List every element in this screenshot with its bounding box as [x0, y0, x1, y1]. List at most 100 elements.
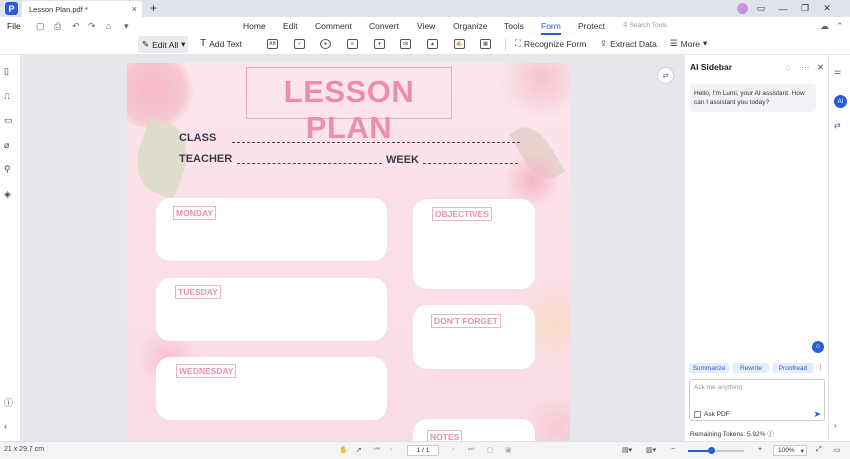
tab-home[interactable]: Home [243, 21, 266, 31]
edit-all-button[interactable]: ✎ Edit All ▾ [138, 36, 188, 53]
remaining-tokens: Remaining Tokens: 5.92% ⓘ [690, 428, 774, 438]
help-icon[interactable]: ⓘ [767, 431, 774, 438]
more-button[interactable]: ☰ More ▾ [670, 38, 707, 49]
tuesday-label: TUESDAY [175, 285, 221, 299]
prev-page-icon[interactable]: ‹ [390, 446, 392, 453]
next-page-icon[interactable]: › [452, 446, 454, 453]
checkbox-icon[interactable]: ✓ [294, 39, 305, 49]
proofread-button[interactable]: Proofread [773, 363, 813, 373]
more-options-icon[interactable]: ··· [801, 62, 810, 72]
attachment-icon[interactable]: ⌀ [4, 140, 9, 151]
view-mode-icon[interactable]: ▥▾ [646, 446, 656, 454]
flower-decoration [127, 63, 197, 128]
panel-toggle-icon[interactable]: ▭ [834, 446, 841, 454]
close-window-icon[interactable]: ✕ [818, 0, 836, 17]
zoom-level-select[interactable]: 100% ▾ [773, 445, 807, 456]
document-tab[interactable]: Lesson Plan.pdf * × [22, 1, 142, 17]
print-icon[interactable]: ⎙ [54, 21, 61, 32]
layers-icon[interactable]: ◈ [4, 189, 11, 200]
first-page-icon[interactable]: ⏮ [374, 446, 380, 454]
file-menu[interactable]: File [7, 21, 21, 31]
more-actions-icon[interactable]: ⋮ [817, 363, 824, 371]
search-tools-placeholder: Search Tools [629, 22, 668, 29]
attachment-icon[interactable]: ⌂ [106, 21, 111, 31]
fullscreen-icon[interactable]: ⤢ [816, 446, 822, 454]
add-text-label: Add Text [209, 38, 243, 49]
undo-icon[interactable]: ↶ [72, 21, 80, 32]
recognize-form-button[interactable]: ⛶ Recognize Form [515, 38, 586, 49]
comment-icon[interactable]: ▭ [4, 115, 13, 126]
last-page-icon[interactable]: ⏭ [468, 446, 474, 454]
pencil-icon: ✎ [142, 39, 150, 49]
list-box-icon[interactable]: ≡ [347, 39, 358, 49]
properties-icon[interactable]: ⚌ [834, 67, 841, 76]
tab-convert[interactable]: Convert [369, 21, 399, 31]
ask-input[interactable]: Ask me anything. Ask PDF ➤ [689, 379, 825, 421]
button-field-icon[interactable]: ok [400, 39, 411, 49]
tab-tools[interactable]: Tools [504, 21, 524, 31]
add-text-button[interactable]: T Add Text [200, 38, 242, 49]
hand-tool-icon[interactable]: ✋ [339, 446, 348, 454]
class-line [232, 142, 520, 143]
redo-icon[interactable]: ↷ [88, 21, 96, 32]
pages-icon[interactable]: ▯ [4, 66, 9, 77]
upload-icon[interactable]: ☁ [820, 21, 829, 32]
extract-data-button[interactable]: ⇪ Extract Data [600, 38, 657, 49]
zoom-level-value: 100% [778, 447, 795, 454]
fit-page-icon[interactable]: ▢ [487, 446, 494, 454]
tab-protect[interactable]: Protect [578, 21, 605, 31]
close-icon[interactable]: ✕ [817, 62, 824, 73]
tab-form[interactable]: Form [541, 21, 561, 35]
search-icon[interactable]: ⚲ [4, 164, 11, 175]
close-tab-icon[interactable]: × [132, 4, 137, 14]
recognize-form-icon: ⛶ [515, 38, 521, 48]
save-icon[interactable]: ▢ [36, 21, 45, 32]
bookmark-icon[interactable]: ⎍ [4, 91, 10, 102]
zoom-out-icon[interactable]: − [671, 446, 675, 453]
fit-width-icon[interactable]: ▣ [505, 446, 512, 454]
collapse-right-icon[interactable]: › [834, 421, 837, 430]
collapse-left-icon[interactable]: ‹ [4, 421, 7, 431]
tab-view[interactable]: View [417, 21, 435, 31]
zoom-in-icon[interactable]: + [758, 446, 762, 453]
collapse-ribbon-icon[interactable]: ⌃ [836, 21, 844, 32]
ai-sidebar-icon[interactable]: AI [834, 95, 847, 108]
lumi-assistant-icon[interactable]: ☺ [812, 341, 824, 353]
search-tools-input[interactable]: ⚲ Search Tools [623, 21, 667, 29]
text-field-icon[interactable]: AB [267, 39, 278, 49]
restore-icon[interactable]: ❐ [796, 0, 814, 17]
radio-button-icon[interactable]: ● [320, 39, 331, 49]
title-field-box[interactable]: LESSON PLAN [246, 67, 452, 145]
page-layout-icon[interactable]: ▤▾ [622, 446, 632, 454]
dropdown-icon[interactable]: ▾ [124, 21, 129, 32]
minimize-icon[interactable]: — [774, 0, 792, 17]
recognize-form-label: Recognize Form [523, 38, 587, 49]
avatar[interactable] [737, 3, 748, 14]
tab-comment[interactable]: Comment [315, 21, 352, 31]
zoom-slider[interactable] [688, 447, 744, 454]
combo-box-icon[interactable]: ▾ [374, 39, 385, 49]
new-tab-icon[interactable]: + [150, 1, 157, 15]
title-bar: P Lesson Plan.pdf * × + ▭ — ❐ ✕ [0, 0, 850, 17]
rewrite-button[interactable]: Rewrite [733, 363, 769, 373]
app-window: P Lesson Plan.pdf * × + ▭ — ❐ ✕ File ▢ ⎙… [0, 0, 850, 459]
translate-icon[interactable]: ⇄ [834, 121, 841, 130]
image-field-icon[interactable]: ▲ [427, 39, 438, 49]
cart-icon[interactable]: ⌂ [785, 62, 790, 72]
summarize-button[interactable]: Summarize [689, 363, 729, 373]
zoom-slider-knob[interactable] [708, 447, 716, 454]
select-tool-icon[interactable]: ➚ [356, 446, 362, 454]
tab-organize[interactable]: Organize [453, 21, 488, 31]
signature-field-icon[interactable]: ✍ [454, 39, 465, 49]
help-icon[interactable]: ⓘ [4, 396, 13, 409]
page-number-input[interactable]: 1 / 1 [407, 445, 439, 456]
pdf-page: LESSON PLAN CLASS TEACHER WEEK MONDAY TU… [127, 63, 570, 441]
remaining-tokens-text: Remaining Tokens: 5.92% [690, 431, 766, 438]
send-icon[interactable]: ➤ [813, 409, 821, 420]
message-icon[interactable]: ▭ [752, 0, 770, 17]
tab-edit[interactable]: Edit [283, 21, 298, 31]
date-field-icon[interactable]: ▦ [480, 39, 491, 49]
chevron-down-icon: ▾ [800, 447, 804, 455]
ask-pdf-checkbox[interactable] [694, 411, 701, 418]
translate-float-icon[interactable]: ⇄ [658, 68, 673, 83]
